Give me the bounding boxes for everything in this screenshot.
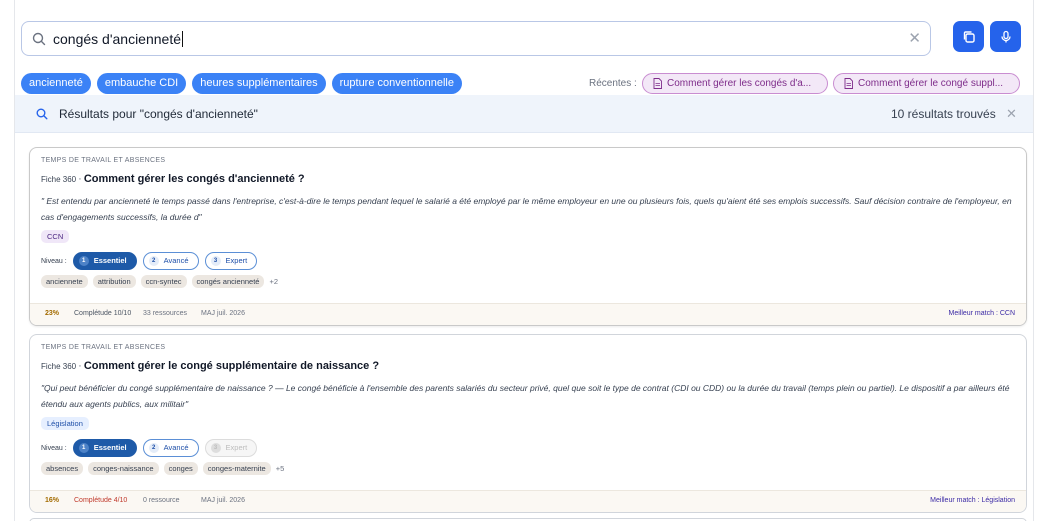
card-title[interactable]: Fiche 360 · Comment gérer les congés d'anc… bbox=[41, 173, 305, 185]
copy-button[interactable] bbox=[953, 21, 984, 52]
recent-search-item[interactable]: Comment gérer le congé suppl... bbox=[833, 73, 1020, 94]
suggestion-chips: ancienneté embauche CDI heures supplémen… bbox=[21, 73, 462, 94]
text-caret bbox=[182, 31, 183, 47]
card-prefix: Fiche 360 bbox=[41, 362, 77, 371]
level-essentiel-button[interactable]: 1 Essentiel bbox=[72, 439, 137, 457]
result-card[interactable]: TEMPS DE TRAVAIL ET ABSENCES Fiche 360 · C… bbox=[29, 334, 1027, 513]
voice-search-button[interactable] bbox=[990, 21, 1021, 52]
search-icon bbox=[32, 32, 46, 46]
resource-count: 0 ressource bbox=[143, 497, 180, 504]
tag[interactable]: anciennete bbox=[41, 275, 88, 288]
close-icon[interactable]: ✕ bbox=[908, 29, 921, 47]
search-row: congés d'ancienneté ✕ bbox=[21, 21, 1021, 57]
level-expert-button[interactable]: 3 Expert bbox=[204, 252, 258, 270]
document-icon bbox=[653, 78, 662, 89]
level-selector: Niveau : 1 Essentiel 2 Avancé 3 Expert bbox=[41, 439, 258, 457]
card-title-text: Comment gérer les congés d'ancienneté ? bbox=[83, 173, 305, 185]
card-footer: 23% Complétude 10/10 33 ressources MAJ j… bbox=[30, 303, 1026, 325]
completion-percent: 23% bbox=[45, 310, 60, 317]
best-match: Meilleur match : CCN bbox=[948, 310, 1015, 317]
level-expert-button: 3 Expert bbox=[204, 439, 258, 457]
results-count: 10 résultats trouvés bbox=[891, 107, 996, 121]
level-essentiel-button[interactable]: 1 Essentiel bbox=[72, 252, 137, 270]
level-selector: Niveau : 1 Essentiel 2 Avancé 3 Expert bbox=[41, 252, 258, 270]
recent-search-label: Comment gérer les congés d'a... bbox=[667, 78, 812, 89]
completion-percent: 16% bbox=[45, 497, 60, 504]
tag-list: anciennete attribution ccn-syntec congés… bbox=[41, 275, 278, 288]
card-title-text: Comment gérer le congé supplémentaire de… bbox=[83, 360, 380, 372]
search-value: congés d'ancienneté bbox=[53, 31, 181, 47]
card-excerpt: " Est entendu par ancienneté le temps pa… bbox=[41, 196, 1012, 222]
level-label: Niveau : bbox=[41, 257, 67, 265]
level-avance-button[interactable]: 2 Avancé bbox=[142, 252, 199, 270]
tag[interactable]: congés ancienneté bbox=[191, 275, 265, 288]
level-avance-button[interactable]: 2 Avancé bbox=[142, 439, 199, 457]
tag[interactable]: conges-naissance bbox=[88, 462, 159, 475]
results-header: Résultats pour "congés d'ancienneté" 10 … bbox=[15, 95, 1033, 133]
suggestion-chip[interactable]: heures supplémentaires bbox=[192, 73, 326, 94]
tag[interactable]: ccn-syntec bbox=[140, 275, 187, 288]
card-category: TEMPS DE TRAVAIL ET ABSENCES bbox=[41, 344, 166, 351]
card-excerpt: "Qui peut bénéficier du congé supplément… bbox=[41, 383, 1010, 409]
tag-list: absences conges-naissance conges conges-… bbox=[41, 462, 284, 475]
title-separator: · bbox=[78, 173, 82, 185]
title-separator: · bbox=[78, 360, 82, 372]
suggestion-chip[interactable]: ancienneté bbox=[21, 73, 91, 94]
more-tags-count[interactable]: +2 bbox=[269, 277, 278, 286]
close-icon[interactable]: ✕ bbox=[1006, 106, 1017, 122]
microphone-icon bbox=[1000, 30, 1011, 42]
completion-status: Complétude 4/10 bbox=[74, 497, 128, 504]
recent-search-item[interactable]: Comment gérer les congés d'a... bbox=[642, 73, 828, 94]
resource-count: 33 ressources bbox=[143, 310, 187, 317]
card-prefix: Fiche 360 bbox=[41, 175, 77, 184]
source-badge: CCN bbox=[41, 230, 70, 243]
copy-icon bbox=[963, 30, 975, 43]
card-category: TEMPS DE TRAVAIL ET ABSENCES bbox=[41, 157, 166, 164]
best-match: Meilleur match : Législation bbox=[930, 497, 1015, 504]
card-footer: 16% Complétude 4/10 0 ressource MAJ juil… bbox=[30, 490, 1026, 512]
tag[interactable]: attribution bbox=[92, 275, 136, 288]
update-date: MAJ juil. 2026 bbox=[201, 310, 245, 317]
recent-label: Récentes : bbox=[589, 78, 637, 89]
document-icon bbox=[844, 78, 853, 89]
recent-search-label: Comment gérer le congé suppl... bbox=[858, 78, 1004, 89]
search-icon bbox=[36, 108, 48, 120]
source-badge: Législation bbox=[41, 417, 89, 430]
result-card[interactable]: TEMPS DE TRAVAIL ET ABSENCES Fiche 360 · C… bbox=[29, 147, 1027, 326]
suggestion-chip[interactable]: rupture conventionnelle bbox=[331, 73, 462, 94]
search-input[interactable]: congés d'ancienneté ✕ bbox=[21, 21, 931, 56]
card-title[interactable]: Fiche 360 · Comment gérer le congé supplém… bbox=[41, 360, 379, 372]
tag[interactable]: conges-maternite bbox=[202, 462, 271, 475]
level-label: Niveau : bbox=[41, 444, 67, 452]
tag[interactable]: absences bbox=[41, 462, 84, 475]
suggestion-chip[interactable]: embauche CDI bbox=[96, 73, 187, 94]
tag[interactable]: conges bbox=[163, 462, 198, 475]
update-date: MAJ juil. 2026 bbox=[201, 497, 245, 504]
results-title: Résultats pour "congés d'ancienneté" bbox=[59, 107, 258, 121]
completion-status: Complétude 10/10 bbox=[74, 310, 132, 317]
more-tags-count[interactable]: +5 bbox=[276, 464, 285, 473]
